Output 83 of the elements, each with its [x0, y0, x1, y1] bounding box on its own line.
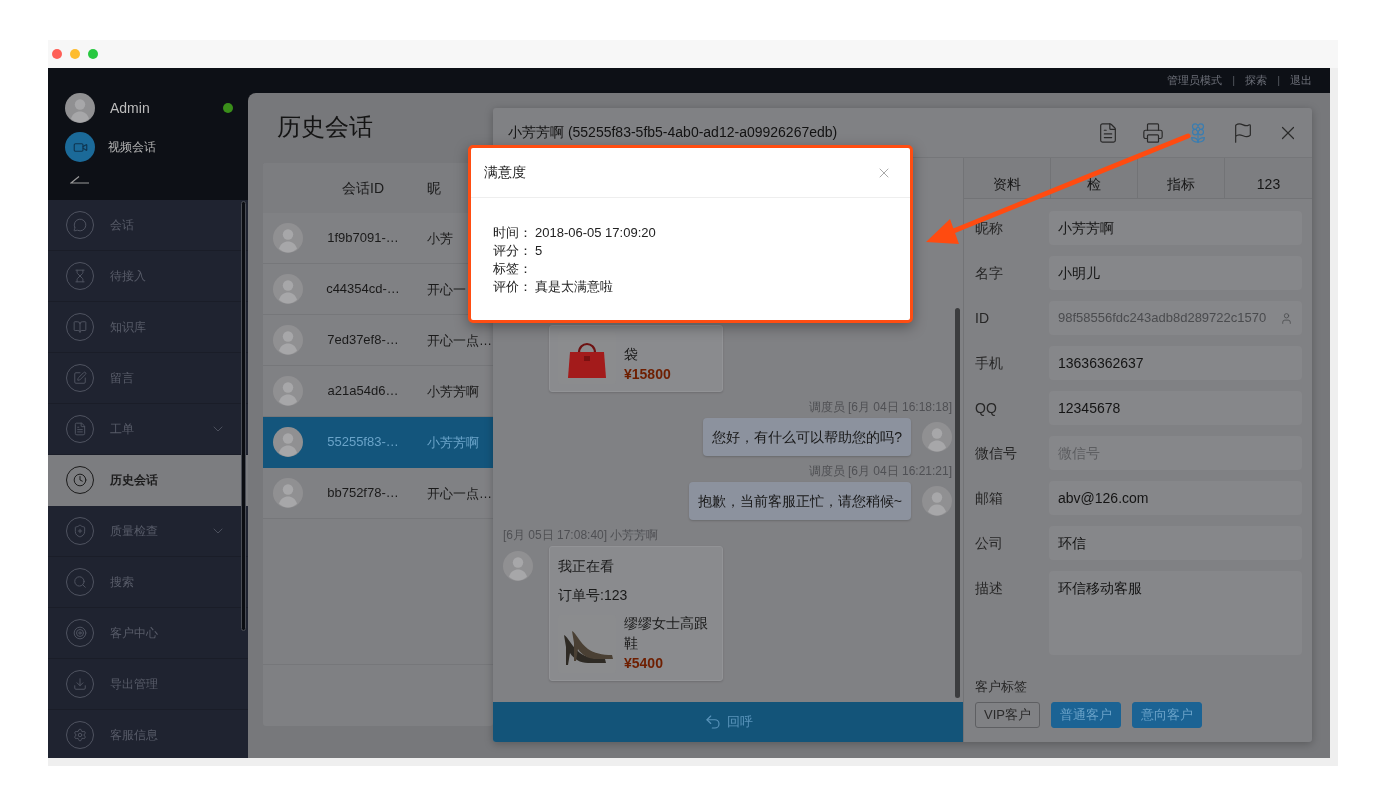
text-field[interactable]: 小芳芳啊 — [1049, 211, 1302, 245]
avatar-icon — [273, 325, 303, 355]
user-name: Admin — [110, 98, 150, 118]
top-link[interactable]: 探索 — [1245, 72, 1268, 89]
window-maximize-icon[interactable] — [88, 49, 98, 59]
avatar-icon — [273, 376, 303, 406]
text-field[interactable]: 环信 — [1049, 526, 1302, 560]
field-label: ID — [975, 309, 989, 328]
table-cell-text: 1f9b7091-… — [327, 229, 399, 248]
avatar-icon — [65, 93, 95, 123]
table-cell: 小芳 — [427, 231, 453, 246]
printer-icon[interactable] — [1142, 121, 1164, 144]
column-header: 昵 — [427, 179, 441, 196]
field-value: 5 — [535, 242, 543, 260]
text-field[interactable]: 小明儿 — [1049, 256, 1302, 290]
field-label: QQ — [975, 399, 997, 418]
text-field[interactable]: abv@126.com — [1049, 481, 1302, 515]
avatar-icon — [273, 223, 303, 253]
flag-icon[interactable] — [1232, 121, 1254, 144]
field-label: 时间： — [493, 224, 532, 242]
avatar-icon — [503, 551, 533, 581]
message-text: 我正在看 — [558, 557, 614, 576]
section-label: 客户标签 — [975, 680, 1027, 694]
field-label: 手机 — [975, 354, 1003, 373]
video-icon — [65, 132, 95, 162]
window-minimize-icon[interactable] — [70, 49, 80, 59]
avatar-icon — [273, 274, 303, 304]
field-label: 评价： — [493, 278, 532, 296]
field-label: 评分： — [493, 242, 532, 260]
table-cell-text: 7ed37ef8-… — [327, 331, 399, 350]
top-link[interactable]: 退出 — [1290, 72, 1312, 89]
text-field[interactable]: 12345678 — [1049, 391, 1302, 425]
tag-button[interactable]: 意向客户 — [1131, 702, 1202, 728]
avatar-icon — [922, 486, 952, 516]
table-cell-text: 55255f83-… — [327, 433, 399, 452]
chat-title: 小芳芳啊 (55255f83-5fb5-4ab0-ad12-a09926267edb) — [508, 123, 838, 142]
table-cell-text: c44354cd-… — [326, 280, 400, 299]
tag-button[interactable]: 普通客户 — [1050, 702, 1121, 728]
separator: | — [1277, 73, 1280, 89]
tag-button[interactable]: VIP客户 — [975, 702, 1040, 728]
message-text: 订单号:123 — [558, 586, 628, 605]
top-link[interactable]: 管理员模式 — [1167, 72, 1223, 89]
tab[interactable]: 指标 — [1138, 158, 1225, 198]
field-value: 2018-06-05 17:09:20 — [535, 224, 656, 242]
tab[interactable]: 123 — [1225, 158, 1312, 198]
product-price: ¥15800 — [624, 365, 671, 384]
person-icon — [1280, 311, 1293, 325]
dialog-title: 满意度 — [484, 163, 526, 182]
table-cell-text: bb752f78-… — [327, 484, 399, 503]
field-label: 名字 — [975, 264, 1003, 283]
avatar-icon — [273, 427, 303, 457]
separator: | — [1232, 73, 1236, 89]
undo-arrow-icon — [703, 713, 722, 731]
callback-button[interactable]: 回呼 — [493, 702, 963, 742]
field-value: 真是太满意啦 — [535, 278, 613, 296]
video-chat-button[interactable]: 视频会话 — [65, 132, 156, 162]
message-bubble: 抱歉，当前客服正忙，请您稍候~ — [688, 482, 911, 520]
text-area[interactable]: 环信移动客服 — [1049, 571, 1302, 655]
angle-icon — [70, 176, 90, 184]
page-title: 历史会话 — [277, 113, 373, 141]
tab[interactable]: 资料 — [964, 158, 1051, 198]
document-icon[interactable] — [1097, 121, 1119, 144]
table-cell: 小芳芳啊 — [427, 384, 479, 399]
product-price: ¥5400 — [624, 654, 663, 673]
field-label: 标签： — [493, 260, 532, 278]
window-close-icon[interactable] — [52, 49, 62, 59]
text-field[interactable]: 13636362637 — [1049, 346, 1302, 380]
field-label: 描述 — [975, 579, 1003, 598]
tab[interactable]: 检 — [1051, 158, 1138, 198]
sidebar-item[interactable]: 历史会话 — [48, 455, 248, 506]
table-cell-text: a21a54d6… — [327, 382, 399, 401]
message-bubble: 您好，有什么可以帮助您的吗? — [703, 418, 911, 456]
avatar-icon — [922, 422, 952, 452]
table-cell: 小芳芳啊 — [427, 435, 479, 450]
session-row[interactable]: 55255f83-… 小芳芳啊 — [263, 417, 493, 468]
field-label: 邮箱 — [975, 489, 1003, 508]
field-label: 昵称 — [975, 219, 1003, 238]
product-name: 缪缪女士高跟鞋 — [624, 614, 709, 653]
product-name: 袋 — [624, 345, 638, 364]
field-label: 公司 — [975, 534, 1003, 553]
avatar-icon — [273, 478, 303, 508]
field-label: 微信号 — [975, 444, 1017, 463]
column-header: 会话ID — [342, 178, 384, 198]
